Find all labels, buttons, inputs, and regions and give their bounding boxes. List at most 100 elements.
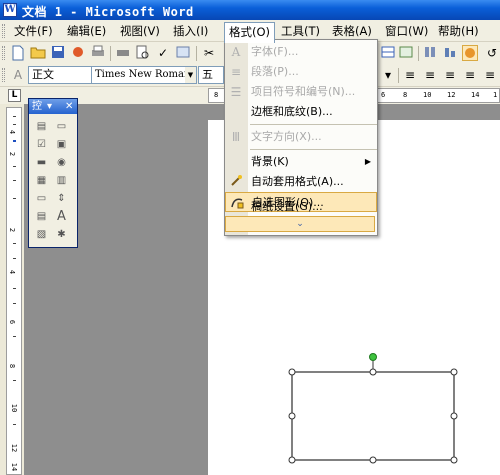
tab-stop-selector[interactable]: L xyxy=(8,89,21,102)
permission-icon[interactable] xyxy=(70,45,86,61)
ruler-number: 2 xyxy=(8,151,17,157)
ruler-number: 6 xyxy=(381,91,386,99)
ruler-number: 6 xyxy=(8,319,17,325)
menu-item-background[interactable]: 背景(K) ▶ xyxy=(225,152,377,172)
menu-item-autoformat[interactable]: 自动套用格式(A)... xyxy=(225,172,377,192)
combo-box-icon[interactable]: ▥ xyxy=(53,173,70,188)
drawing-icon[interactable] xyxy=(442,45,458,61)
floating-drawing-toolbar[interactable]: 控 ▾ ✕ ▤ ▭ ☑ ▣ ▬ ◉ ▦ ▥ ▭ ⇕ ▤ A ▧ ✱ xyxy=(28,98,78,248)
autoformat-icon xyxy=(228,174,244,190)
ruler-number: 12 xyxy=(447,91,456,99)
menu-item-borders-shading[interactable]: 边框和底纹(B)... xyxy=(225,102,377,122)
expand-menu-button[interactable]: ⌄ xyxy=(225,216,375,232)
chevron-down-icon[interactable]: ▾ xyxy=(47,99,52,114)
menu-tools[interactable]: 工具(T) xyxy=(277,22,324,40)
justify-icon[interactable]: ≡ xyxy=(462,67,478,83)
menu-format[interactable]: 格式(O) xyxy=(224,22,276,43)
text-direction-icon: Ⅲ xyxy=(231,130,241,144)
toolbar-grip-2[interactable] xyxy=(2,68,5,82)
print-preview-icon[interactable] xyxy=(135,45,151,61)
menu-item-bullets-numbering[interactable]: ☰ 项目符号和编号(N)... xyxy=(225,82,377,102)
research-icon[interactable] xyxy=(175,45,191,61)
check-box-icon[interactable]: ☑ xyxy=(33,137,50,152)
save-icon[interactable] xyxy=(50,45,66,61)
menu-help[interactable]: 帮助(H) xyxy=(434,22,483,40)
menu-item-label: 段落(P)... xyxy=(251,65,299,78)
text-a-icon[interactable]: A xyxy=(53,209,70,224)
menu-separator xyxy=(250,124,377,125)
font-size-combo[interactable]: 五 xyxy=(198,66,224,84)
ruler-number: 8 xyxy=(8,363,17,369)
menu-item-label: 项目符号和编号(N)... xyxy=(251,85,356,98)
menu-bar: 文件(F) 编辑(E) 视图(V) 插入(I) 格式(O) 工具(T) 表格(A… xyxy=(0,20,500,43)
styles-formatting-icon[interactable]: A xyxy=(10,67,26,83)
ruler-number: 2 xyxy=(8,227,17,233)
menu-view[interactable]: 视图(V) xyxy=(116,22,164,40)
insert-table-icon[interactable] xyxy=(380,45,396,61)
more-controls-icon[interactable]: ✱ xyxy=(53,227,70,242)
text-box-icon[interactable]: ▤ xyxy=(33,119,50,134)
menu-item-manuscript-settings[interactable]: 稿纸设置(G)... xyxy=(225,197,377,217)
align-left-icon[interactable]: ≡ xyxy=(402,67,418,83)
ruler-number: 10 xyxy=(423,91,432,99)
cut-icon[interactable]: ✂ xyxy=(201,45,217,61)
paragraph-icon: ≡ xyxy=(230,65,242,79)
menu-window[interactable]: 窗口(W) xyxy=(381,22,432,40)
menu-item-label: 文字方向(X)... xyxy=(251,130,322,143)
ruler-number: 8 xyxy=(403,91,408,99)
ruler-number: 12 xyxy=(10,443,19,453)
window-title: 文档 1 - Microsoft Word xyxy=(22,5,194,19)
menu-item-label: 自动套用格式(A)... xyxy=(251,175,344,188)
menu-item-text-direction[interactable]: Ⅲ 文字方向(X)... xyxy=(225,127,377,147)
align-center-icon[interactable]: ≡ xyxy=(422,67,438,83)
ruler-number: 10 xyxy=(10,403,19,413)
menu-file[interactable]: 文件(F) xyxy=(10,22,57,40)
spelling-icon[interactable]: ✓ xyxy=(155,45,171,61)
menu-item-label: 边框和底纹(B)... xyxy=(251,105,333,118)
font-a-icon: A xyxy=(231,45,241,59)
image-control-icon[interactable]: ▧ xyxy=(33,227,50,242)
new-document-icon[interactable] xyxy=(10,45,26,61)
spinner-icon[interactable]: ⇕ xyxy=(53,191,70,206)
font-value: Times New Roman xyxy=(95,69,191,80)
double-chevron-down-icon: ⌄ xyxy=(296,219,304,229)
font-size-value: 五 xyxy=(202,68,213,81)
title-bar: W 文档 1 - Microsoft Word xyxy=(0,0,500,20)
quick-print-icon[interactable] xyxy=(115,45,131,61)
font-color-dropdown-icon[interactable]: ▾ xyxy=(380,67,396,83)
label-icon[interactable]: ▤ xyxy=(33,209,50,224)
picture-icon[interactable]: ▣ xyxy=(53,137,70,152)
vertical-ruler[interactable]: 4 2 2 4 6 8 10 12 14 xyxy=(6,107,22,475)
font-combo[interactable]: Times New Roman ▼ xyxy=(91,66,197,84)
word-app-icon[interactable]: W xyxy=(3,3,17,17)
menu-edit[interactable]: 编辑(E) xyxy=(63,22,110,40)
floating-toolbar-title: 控 xyxy=(32,101,42,112)
distributed-icon[interactable]: ≡ xyxy=(482,67,498,83)
list-box-icon[interactable]: ▦ xyxy=(33,173,50,188)
style-value: 正文 xyxy=(32,68,54,81)
frame-icon[interactable]: ▭ xyxy=(53,119,70,134)
open-folder-icon[interactable] xyxy=(30,45,46,61)
insert-excel-icon[interactable] xyxy=(398,45,414,61)
toolbar-grip[interactable] xyxy=(2,46,5,60)
print-icon[interactable] xyxy=(90,45,106,61)
button-icon[interactable]: ▭ xyxy=(33,191,50,206)
submenu-arrow-icon: ▶ xyxy=(364,157,371,166)
show-hide-icon[interactable]: ↺ xyxy=(484,45,500,61)
document-map-icon[interactable] xyxy=(462,45,478,61)
menu-item-label: 稿纸设置(G)... xyxy=(251,200,323,213)
menu-table[interactable]: 表格(A) xyxy=(328,22,376,40)
columns-icon[interactable] xyxy=(422,45,438,61)
floating-toolbar-title-bar[interactable]: 控 ▾ ✕ xyxy=(29,99,77,114)
bullets-icon: ☰ xyxy=(230,85,242,99)
menu-item-paragraph[interactable]: ≡ 段落(P)... xyxy=(225,62,377,82)
line-icon[interactable]: ▬ xyxy=(33,155,50,170)
chevron-down-icon[interactable]: ▼ xyxy=(185,67,196,83)
menu-insert[interactable]: 插入(I) xyxy=(169,22,212,40)
align-right-icon[interactable]: ≡ xyxy=(442,67,458,83)
menubar-grip[interactable] xyxy=(2,24,5,38)
menu-item-font[interactable]: A 字体(F)... xyxy=(225,42,377,62)
option-button-icon[interactable]: ◉ xyxy=(53,155,70,170)
close-icon[interactable]: ✕ xyxy=(65,99,73,114)
ruler-number: 4 xyxy=(8,269,17,275)
